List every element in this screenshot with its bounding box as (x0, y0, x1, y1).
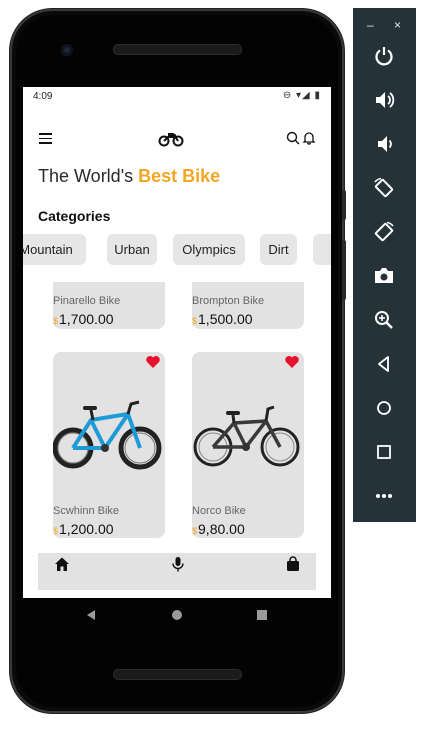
currency-symbol: $ (53, 316, 59, 326)
camera-icon[interactable] (373, 265, 395, 287)
close-button[interactable]: × (394, 18, 401, 32)
headline: The World's Best Bike (38, 166, 220, 187)
rotate-left-icon[interactable] (373, 177, 395, 199)
product-card[interactable]: Scwhinn Bike $1,200.00 (53, 352, 165, 538)
chip-dirt[interactable]: Dirt (260, 234, 297, 265)
shopping-bag-icon[interactable] (285, 556, 301, 572)
motorcycle-icon (158, 133, 184, 147)
bottom-navigation (38, 553, 316, 590)
more-icon[interactable] (373, 485, 395, 507)
status-bar: 4:09 ⊖ ▾◢ ▮ (23, 87, 331, 107)
side-button (342, 240, 346, 300)
app-bar (23, 127, 331, 151)
app-screen: 4:09 ⊖ ▾◢ ▮ The World's Best Bike Catego… (23, 87, 331, 598)
chip-mountain[interactable]: Mountain (23, 234, 86, 265)
product-card[interactable]: Brompton Bike $1,500.00 (192, 282, 304, 329)
currency-symbol: $ (53, 526, 59, 536)
product-card[interactable]: Pinarello Bike $1,700.00 (53, 282, 165, 329)
minimize-button[interactable]: – (367, 18, 374, 32)
price-value: 9,80.00 (198, 521, 245, 537)
menu-icon[interactable] (39, 133, 52, 144)
rotate-right-icon[interactable] (373, 221, 395, 243)
category-chips[interactable]: Mountain Urban Olympics Dirt (23, 234, 331, 266)
search-icon[interactable] (286, 131, 300, 145)
product-name: Pinarello Bike (53, 295, 121, 307)
road-bike-image (193, 405, 300, 467)
product-name: Brompton Bike (192, 295, 265, 307)
front-camera (61, 44, 73, 56)
favorite-heart-icon[interactable] (145, 354, 161, 370)
favorite-heart-icon[interactable] (284, 354, 300, 370)
mountain-bike-image (53, 400, 162, 470)
headline-accent: Best Bike (138, 166, 221, 186)
zoom-icon[interactable] (373, 309, 395, 331)
top-speaker (113, 44, 242, 55)
home-circle-icon[interactable] (373, 397, 395, 419)
headline-prefix: The World's (38, 166, 139, 186)
volume-up-icon[interactable] (373, 89, 395, 111)
categories-title: Categories (38, 208, 111, 224)
price-value: 1,500.00 (198, 311, 253, 327)
price-value: 1,200.00 (59, 521, 114, 537)
product-price: $1,200.00 (53, 521, 114, 537)
overview-icon[interactable] (373, 441, 395, 463)
currency-symbol: $ (192, 526, 198, 536)
back-icon[interactable] (373, 353, 395, 375)
product-price: $1,700.00 (53, 311, 114, 327)
chip-partial[interactable] (313, 234, 331, 265)
status-time: 4:09 (33, 91, 53, 102)
product-name: Scwhinn Bike (53, 505, 120, 517)
chip-olympics[interactable]: Olympics (173, 234, 245, 265)
home-circle-icon[interactable] (170, 608, 184, 622)
microphone-icon[interactable] (170, 556, 186, 572)
status-icons: ⊖ ▾◢ ▮ (282, 90, 321, 101)
recents-square-icon[interactable] (255, 608, 269, 622)
side-button (342, 190, 346, 220)
product-name: Norco Bike (192, 505, 246, 517)
volume-down-icon[interactable] (373, 133, 395, 155)
product-price: $1,500.00 (192, 311, 253, 327)
currency-symbol: $ (192, 316, 198, 326)
price-value: 1,700.00 (59, 311, 114, 327)
product-price: $9,80.00 (192, 521, 245, 537)
power-icon[interactable] (373, 45, 395, 67)
bell-icon[interactable] (302, 131, 316, 145)
chip-urban[interactable]: Urban (107, 234, 157, 265)
product-card[interactable]: Norco Bike $9,80.00 (192, 352, 304, 538)
home-icon[interactable] (54, 556, 70, 572)
bottom-speaker (113, 669, 242, 680)
emulator-control-panel: – × (353, 8, 416, 522)
android-nav-bar (23, 598, 331, 634)
back-triangle-icon[interactable] (84, 608, 98, 622)
